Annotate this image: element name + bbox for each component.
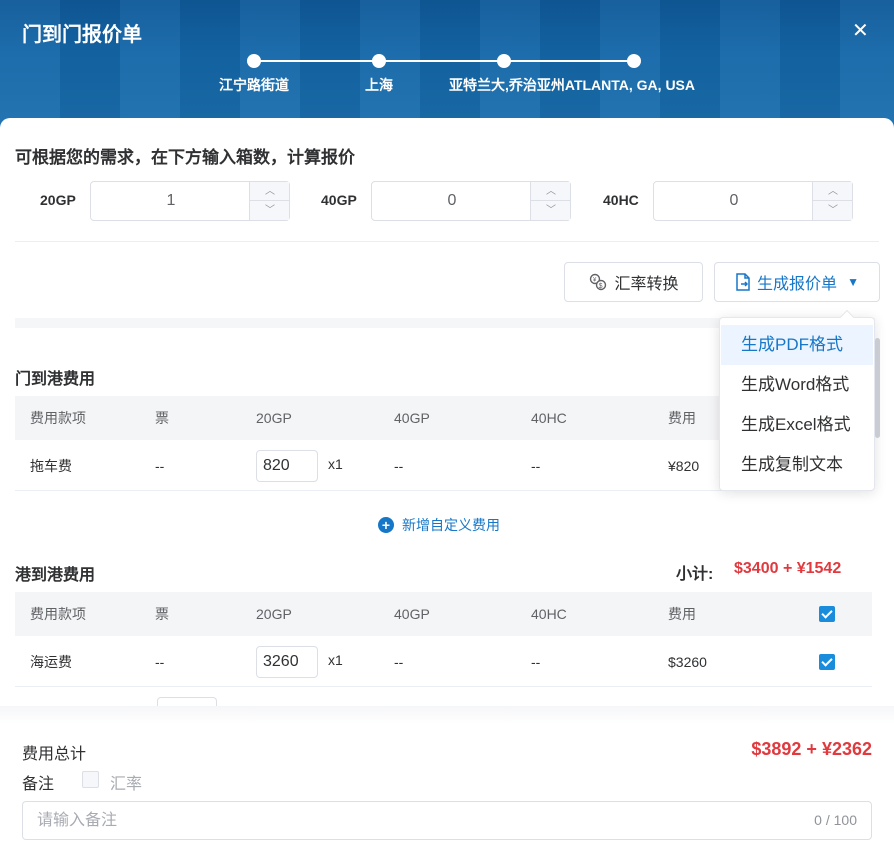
quantity-multiplier: x1	[328, 652, 343, 668]
route-label-origin: 江宁路街道	[219, 77, 289, 93]
caret-down-icon: ▼	[847, 275, 859, 289]
amount-input-20gp[interactable]: 3260	[256, 646, 318, 678]
chevron-up-icon[interactable]: ︿	[813, 182, 853, 201]
quantity-stepper-40hc[interactable]: 0 ︿ ﹀	[653, 181, 853, 221]
quantity-multiplier: x1	[328, 456, 343, 472]
subtotal-value: $3400 + ¥1542	[734, 560, 842, 577]
subtotal-label: 小计:	[676, 566, 714, 583]
generate-quote-button[interactable]: 生成报价单 ▼	[714, 262, 880, 302]
chevron-down-icon[interactable]: ﹀	[250, 201, 290, 220]
document-export-icon	[735, 273, 751, 291]
divider	[15, 241, 879, 242]
dialog-header: 门到门报价单 ✕ 江宁路街道 上海 亚特兰大,乔治亚州ATLANTA, GA, …	[0, 0, 894, 130]
value-40hc: --	[531, 458, 541, 474]
door-to-port-title: 门到港费用	[15, 371, 96, 388]
column-header-fee: 费用	[668, 410, 696, 426]
port-to-port-table-header: 费用款项 票 20GP 40GP 40HC 费用	[15, 592, 872, 636]
quantity-stepper-20gp[interactable]: 1 ︿ ﹀	[90, 181, 290, 221]
menu-item-copy-text[interactable]: 生成复制文本	[721, 445, 873, 485]
quantity-input-40hc[interactable]: 0	[654, 182, 814, 220]
column-header-40hc: 40HC	[531, 410, 567, 426]
port-to-port-title: 港到港费用	[15, 567, 96, 584]
remark-char-count: 0 / 100	[814, 812, 857, 828]
close-icon[interactable]: ✕	[852, 18, 869, 43]
stepper-arrows: ︿ ﹀	[249, 182, 290, 220]
menu-item-word[interactable]: 生成Word格式	[721, 365, 873, 405]
ticket-value: --	[155, 458, 165, 474]
chevron-down-icon[interactable]: ﹀	[813, 201, 853, 220]
chevron-down-icon[interactable]: ﹀	[531, 201, 571, 220]
fee-value: ¥820	[668, 458, 700, 474]
rate-checkbox[interactable]	[82, 771, 99, 788]
column-header-20gp: 20GP	[256, 606, 292, 622]
menu-item-pdf[interactable]: 生成PDF格式	[721, 325, 873, 365]
value-40hc: --	[531, 654, 541, 670]
plus-circle-icon: +	[378, 517, 394, 533]
stepper-arrows: ︿ ﹀	[812, 182, 853, 220]
column-header-40hc: 40HC	[531, 606, 567, 622]
stepper-arrows: ︿ ﹀	[530, 182, 571, 220]
menu-item-excel[interactable]: 生成Excel格式	[721, 405, 873, 445]
container-label-40gp: 40GP	[321, 192, 357, 208]
intro-text: 可根据您的需求，在下方输入箱数，计算报价	[15, 148, 355, 167]
route-label-destination: 亚特兰大,乔治亚州ATLANTA, GA, USA	[448, 77, 696, 93]
svg-text:$: $	[599, 283, 603, 290]
quantity-input-40gp[interactable]: 0	[372, 182, 532, 220]
container-label-20gp: 20GP	[40, 192, 76, 208]
rate-conversion-button[interactable]: $ ¥ 汇率转换	[564, 262, 703, 302]
quantity-input-20gp[interactable]: 1	[91, 182, 251, 220]
route-line	[254, 60, 634, 62]
column-header-40gp: 40GP	[394, 410, 430, 426]
quantity-stepper-40gp[interactable]: 0 ︿ ﹀	[371, 181, 571, 221]
route-dot-origin	[247, 54, 261, 68]
add-custom-fee-button[interactable]: + 新增自定义费用	[378, 515, 500, 535]
fee-item-name: 海运费	[30, 654, 72, 670]
column-header-20gp: 20GP	[256, 410, 292, 426]
row-checkbox[interactable]	[819, 654, 835, 670]
column-header-item: 费用款项	[30, 606, 86, 622]
column-header-ticket: 票	[155, 410, 169, 426]
add-custom-fee-label: 新增自定义费用	[402, 517, 500, 533]
column-header-fee: 费用	[668, 606, 696, 622]
rate-conversion-label: 汇率转换	[614, 276, 679, 293]
remark-input[interactable]: 请输入备注 0 / 100	[22, 801, 872, 840]
value-40gp: --	[394, 654, 404, 670]
route-dot-port-destination	[497, 54, 511, 68]
column-header-item: 费用款项	[30, 410, 86, 426]
generate-quote-label: 生成报价单	[757, 276, 838, 293]
remark-placeholder: 请输入备注	[37, 812, 118, 829]
footer-separator	[0, 706, 894, 724]
generate-format-dropdown: 生成PDF格式 生成Word格式 生成Excel格式 生成复制文本	[719, 309, 875, 491]
chevron-up-icon[interactable]: ︿	[531, 182, 571, 201]
rate-checkbox-label[interactable]: 汇率	[110, 770, 142, 794]
total-value: $3892 + ¥2362	[751, 739, 872, 759]
fee-value: $3260	[668, 654, 707, 670]
chevron-up-icon[interactable]: ︿	[250, 182, 290, 201]
select-all-checkbox[interactable]	[819, 606, 835, 622]
ticket-value: --	[155, 654, 165, 670]
remark-label: 备注	[22, 776, 55, 793]
fee-item-name: 拖车费	[30, 458, 72, 474]
route-dot-port-origin	[372, 54, 386, 68]
dialog-title: 门到门报价单	[22, 24, 142, 46]
table-row: 海运费 -- 3260 x1 -- -- $3260	[15, 637, 872, 687]
currency-exchange-icon: $ ¥	[588, 272, 608, 292]
amount-input-20gp[interactable]: 820	[256, 450, 318, 482]
route-label-port-origin: 上海	[365, 77, 393, 93]
route-dot-destination	[627, 54, 641, 68]
scrollbar[interactable]	[875, 338, 880, 438]
container-label-40hc: 40HC	[603, 192, 639, 208]
value-40gp: --	[394, 458, 404, 474]
column-header-40gp: 40GP	[394, 606, 430, 622]
column-header-ticket: 票	[155, 606, 169, 622]
total-label: 费用总计	[22, 746, 87, 763]
